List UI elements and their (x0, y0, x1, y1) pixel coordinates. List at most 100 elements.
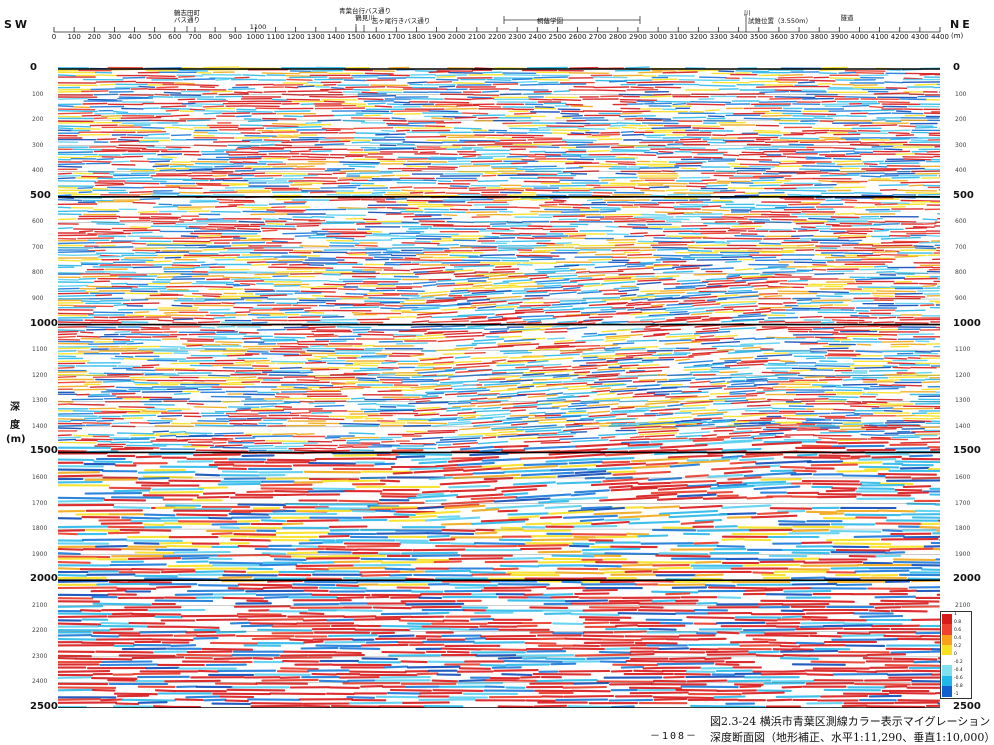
distance-tick-label: 0 (51, 33, 57, 41)
depth-major-label-right: 2500 (953, 701, 981, 712)
legend-label: 1 (954, 612, 957, 617)
depth-major-label-left: 0 (30, 62, 37, 73)
depth-major-label-left: 1500 (30, 445, 58, 457)
distance-tick-label: 2300 (508, 33, 527, 41)
distance-tick-label: 1600 (367, 33, 386, 41)
distance-tick-label: 2700 (588, 33, 607, 41)
legend-label: 0.2 (954, 644, 962, 649)
distance-tick-label: 3400 (729, 33, 748, 41)
legend-label: 0.8 (954, 620, 962, 625)
depth-minor-label-left: 400 (32, 167, 44, 175)
depth-minor-label-right: 200 (955, 116, 967, 124)
distance-tick-label: 100 (67, 33, 81, 41)
legend-label: 0 (954, 652, 957, 657)
distance-tick-label: 4000 (850, 33, 869, 41)
depth-minor-label-right: 400 (955, 167, 967, 175)
depth-major-label-left: 1000 (30, 317, 58, 329)
distance-tick-label: 3700 (790, 33, 808, 41)
distance-tick-label: 2400 (528, 33, 547, 41)
distance-tick-label: 2000 (447, 33, 466, 41)
depth-minor-label-right: 1300 (955, 397, 971, 405)
depth-major-label-right: 1000 (953, 317, 981, 329)
depth-minor-label-right: 1600 (955, 473, 971, 481)
depth-minor-label-left: 1600 (32, 473, 48, 481)
depth-minor-label-right: 2100 (955, 601, 971, 609)
depth-major-label-left: 500 (30, 189, 51, 201)
distance-tick-label: 3300 (709, 33, 728, 41)
depth-minor-label-right: 700 (955, 243, 967, 251)
depth-major-label-right: 0 (953, 62, 960, 73)
legend-swatch (942, 665, 952, 676)
depth-axis-title-1: 深 (10, 402, 20, 413)
legend-swatch (942, 644, 952, 656)
legend-label: -1 (954, 692, 959, 697)
distance-tick-label: 900 (228, 33, 242, 41)
distance-tick-label: 2500 (548, 33, 567, 41)
distance-tick-label: 4300 (910, 33, 929, 41)
legend-label: -0.6 (954, 676, 963, 681)
depth-minor-label-left: 1900 (32, 550, 48, 558)
depth-minor-label-left: 2200 (32, 627, 48, 635)
depth-minor-label-left: 700 (32, 243, 44, 251)
depth-minor-label-left: 2400 (32, 678, 48, 686)
depth-minor-label-left: 1100 (32, 346, 48, 354)
distance-tick-label: 2900 (629, 33, 647, 41)
distance-tick-label: 2800 (608, 33, 627, 41)
distance-tick-label: 200 (87, 33, 101, 41)
legend-swatch (942, 675, 952, 687)
depth-minor-label-right: 300 (955, 141, 967, 149)
distance-tick-label: 1800 (407, 33, 426, 41)
distance-tick-label: 2100 (467, 33, 486, 41)
depth-minor-label-right: 1700 (955, 499, 971, 507)
distance-tick-label: 1500 (347, 33, 365, 41)
legend-label: -0.4 (954, 668, 963, 673)
distance-tick-label: 1000 (246, 33, 265, 41)
distance-tick-label: 3100 (669, 33, 688, 41)
distance-unit: (m) (951, 32, 964, 40)
depth-minor-label-right: 1100 (955, 346, 971, 354)
distance-tick-label: 800 (208, 33, 222, 41)
depth-minor-label-right: 100 (955, 90, 967, 98)
depth-minor-label-right: 1400 (955, 422, 971, 430)
depth-minor-label-left: 300 (32, 141, 44, 149)
legend-swatch (942, 634, 952, 646)
figure-caption-line-1: 図2.3-24 横浜市青葉区測線カラー表示マイグレーション (710, 715, 991, 728)
distance-tick-label: 1200 (286, 33, 305, 41)
distance-tick-label: 3900 (830, 33, 849, 41)
depth-minor-label-left: 1300 (32, 397, 48, 405)
distance-tick-label: 2600 (568, 33, 587, 41)
distance-tick-label: 600 (168, 33, 182, 41)
distance-tick-label: 400 (127, 33, 142, 41)
depth-major-label-left: 2500 (30, 701, 58, 712)
legend-swatch (942, 685, 952, 697)
distance-tick-label: 700 (188, 33, 202, 41)
legend-label: -0.2 (954, 660, 963, 665)
page-number: －108－ (650, 731, 699, 742)
depth-minor-label-right: 1800 (955, 525, 971, 533)
seismic-section-image (58, 66, 940, 708)
depth-major-label-right: 500 (953, 189, 974, 201)
depth-minor-label-right: 1200 (955, 371, 971, 379)
distance-tick-label: 3800 (810, 33, 829, 41)
depth-minor-label-left: 100 (32, 90, 44, 98)
distance-tick-label: 1400 (326, 33, 345, 41)
distance-tick-label: 1100 (266, 33, 285, 41)
distance-tick-label: 4200 (890, 33, 909, 41)
depth-major-label-right: 2000 (953, 573, 981, 585)
depth-minor-label-left: 200 (32, 116, 44, 124)
distance-tick-label: 500 (147, 33, 162, 41)
legend-swatch (942, 655, 952, 666)
legend-label: -0.8 (954, 684, 963, 689)
depth-minor-label-left: 600 (32, 218, 44, 226)
depth-minor-label-right: 800 (955, 269, 967, 277)
depth-minor-label-left: 800 (32, 269, 44, 277)
figure-caption-line-2: 深度断面図（地形補正、水平1:11,290、垂直1:10,000） (710, 731, 994, 744)
depth-minor-label-left: 1700 (32, 499, 48, 507)
distance-tick-label: 3000 (649, 33, 667, 41)
distance-tick-label: 3600 (769, 33, 788, 41)
depth-major-label-left: 2000 (30, 573, 58, 585)
depth-minor-label-left: 1400 (32, 422, 48, 430)
distance-tick-label: 2200 (488, 33, 506, 41)
depth-major-label-right: 1500 (953, 445, 981, 457)
legend-label: 0.4 (954, 636, 962, 641)
